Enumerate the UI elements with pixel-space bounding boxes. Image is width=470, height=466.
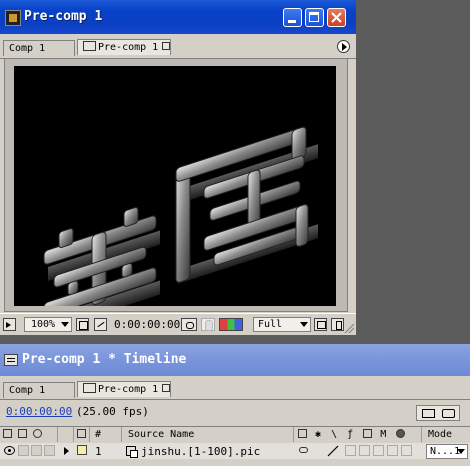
chevron-down-icon (61, 322, 69, 327)
comp-window-title: Pre-comp 1 (24, 9, 103, 24)
close-button[interactable] (327, 8, 346, 27)
collapse-icon: ✱ (315, 429, 324, 440)
timeline-tab-strip: Comp 1 Pre-comp 1 (0, 376, 470, 400)
mode-column-header: Mode (428, 429, 453, 440)
quality-icon: \ (331, 429, 340, 440)
video-eye-icon[interactable] (4, 446, 15, 455)
switches-column-header: ✱ \ ƒ M (294, 427, 422, 453)
tab-label: Comp 1 (9, 43, 46, 54)
resize-grip-icon[interactable] (343, 322, 355, 334)
channel-rgb-icon[interactable] (219, 318, 243, 331)
number-column-header: # (90, 427, 122, 442)
composition-icon (83, 41, 96, 51)
show-last-snapshot-icon[interactable] (201, 318, 215, 331)
comp-title-bar[interactable]: Pre-comp 1 (0, 0, 356, 34)
zoom-dropdown[interactable]: 100% (24, 317, 72, 332)
solo-toggle[interactable] (31, 445, 42, 456)
layer-row[interactable]: 1 jinshu.[1-100].pic N...1 (0, 443, 470, 459)
shy-icon (298, 429, 307, 438)
tab-pre-comp-1[interactable]: Pre-comp 1 (77, 381, 171, 397)
expand-triangle-icon[interactable] (64, 447, 69, 455)
tab-close-icon[interactable] (162, 42, 171, 50)
label-color-swatch[interactable] (77, 445, 87, 455)
minimize-button[interactable] (283, 8, 302, 27)
region-icon[interactable] (314, 318, 327, 331)
resolution-dropdown[interactable]: Full (253, 317, 311, 332)
layer-source-name[interactable]: jinshu.[1-100].pic (141, 445, 260, 458)
minimize-icon (288, 20, 296, 23)
composition-viewer[interactable] (14, 66, 336, 306)
timeline-window: Pre-comp 1 * Timeline Comp 1 Pre-comp 1 … (0, 344, 470, 466)
label-column-header (58, 427, 74, 442)
tab-comp-1[interactable]: Comp 1 (3, 40, 75, 56)
effect-icon: ƒ (347, 429, 356, 440)
tab-label: Comp 1 (9, 385, 46, 396)
timeline-title-bar[interactable]: Pre-comp 1 * Timeline (0, 344, 470, 376)
tab-pre-comp-1[interactable]: Pre-comp 1 (77, 39, 171, 55)
tab-label: Pre-comp 1 (98, 384, 159, 395)
play-arrow-icon (342, 43, 347, 51)
adjustment-icon (396, 429, 406, 438)
maximize-button[interactable] (305, 8, 324, 27)
quality-switch-icon[interactable] (326, 444, 340, 458)
time-row: 0:00:00:00 (25.00 fps) (0, 400, 470, 426)
motion-blur-switch[interactable] (373, 445, 384, 456)
composition-icon (83, 383, 96, 393)
eye-icon (3, 429, 12, 438)
chevron-down-icon (300, 322, 308, 327)
effect-switch[interactable] (345, 445, 356, 456)
layer-index: 1 (95, 445, 102, 458)
resolution-value: Full (258, 319, 283, 330)
frame-blend-switch[interactable] (359, 445, 370, 456)
chevron-down-icon (457, 449, 465, 454)
composition-window: Pre-comp 1 Comp 1 Pre-comp 1 100% 0:00:0… (0, 0, 356, 335)
maximize-icon (309, 12, 319, 22)
comp-flowchart-icon[interactable] (422, 409, 435, 418)
camera-icon[interactable] (181, 318, 197, 331)
footage-icon (126, 446, 138, 458)
av-features-header (0, 427, 58, 453)
blend-mode-value: N...1 (430, 446, 461, 457)
zoom-value: 100% (31, 319, 56, 330)
tab-close-icon[interactable] (162, 384, 171, 392)
tag-icon (77, 429, 86, 438)
lock-toggle[interactable] (44, 445, 55, 456)
safe-zones-icon[interactable] (76, 318, 89, 331)
close-icon (331, 12, 342, 23)
snapshot-icon[interactable] (94, 318, 107, 331)
shy-column-header (74, 427, 90, 442)
layer-switches-icon[interactable] (442, 409, 455, 418)
source-name-column-header[interactable]: Source Name (122, 427, 294, 442)
audio-toggle[interactable] (18, 445, 29, 456)
metallic-text-render (43, 126, 318, 306)
shy-switch[interactable] (298, 445, 310, 456)
current-time-display[interactable]: 0:00:00:00 (114, 318, 180, 331)
solo-icon (33, 429, 43, 438)
comp-tab-strip: Comp 1 Pre-comp 1 (0, 34, 356, 59)
layer-header-row: # Source Name ✱ \ ƒ M Mode (0, 426, 470, 453)
region-of-interest-icon[interactable] (3, 318, 16, 331)
timeline-window-title: Pre-comp 1 * Timeline (22, 352, 187, 367)
motion-blur-icon: M (380, 429, 389, 440)
fps-label: (25.00 fps) (76, 405, 149, 418)
adjustment-switch[interactable] (387, 445, 398, 456)
tab-label: Pre-comp 1 (98, 42, 159, 53)
timeline-icon (4, 354, 18, 366)
comp-footer-bar: 100% 0:00:00:00 Full (0, 313, 356, 335)
tab-comp-1[interactable]: Comp 1 (3, 382, 75, 398)
3d-layer-switch[interactable] (401, 445, 412, 456)
panel-menu-button[interactable] (337, 40, 350, 53)
speaker-icon (18, 429, 28, 438)
frame-blend-icon (363, 429, 373, 438)
switch-toggles (345, 445, 421, 457)
comp-flowchart-buttons (416, 405, 460, 421)
blend-mode-dropdown[interactable]: N...1 (426, 444, 468, 459)
current-time-field[interactable]: 0:00:00:00 (6, 405, 72, 418)
app-icon (5, 10, 21, 26)
